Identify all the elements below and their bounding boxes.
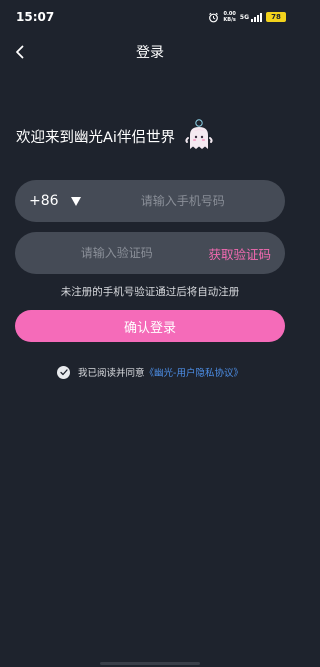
signal-icon xyxy=(251,12,262,22)
welcome-section: 欢迎来到幽光Ai伴侣世界 xyxy=(16,116,284,156)
status-bar: 15:07 0.00 KB/s 5G 78 xyxy=(0,0,300,34)
ghost-mascot-icon xyxy=(185,119,213,149)
agreement-prefix: 我已阅读并同意 xyxy=(78,368,145,379)
phone-input[interactable] xyxy=(94,180,271,222)
agreement-checkbox[interactable] xyxy=(57,365,71,379)
status-icons: 0.00 KB/s 5G 78 xyxy=(208,8,286,27)
auto-register-hint: 未注册的手机号验证通过后将自动注册 xyxy=(60,286,240,298)
triangle-down-icon[interactable] xyxy=(70,196,81,206)
agreement-row: 我已阅读并同意 《幽光-用户隐私协议》 xyxy=(0,362,300,382)
verification-code-input[interactable] xyxy=(25,232,209,274)
welcome-text: 欢迎来到幽光Ai伴侣世界 xyxy=(16,129,175,146)
get-code-button[interactable]: 获取验证码 xyxy=(208,244,271,263)
page-title: 登录 xyxy=(136,45,164,61)
back-button[interactable] xyxy=(6,38,34,66)
battery-icon: 78 xyxy=(266,12,286,22)
home-indicator xyxy=(100,662,200,665)
country-code[interactable]: +86 xyxy=(29,193,59,209)
check-icon xyxy=(59,368,68,375)
nav-bar: 登录 xyxy=(0,34,300,70)
net-speed: 0.00 KB/s xyxy=(223,11,236,23)
network-type: 5G xyxy=(239,13,249,21)
chevron-left-icon xyxy=(16,45,24,59)
status-time: 15:07 xyxy=(16,10,55,24)
battery-level: 78 xyxy=(271,13,281,21)
net-speed-unit: KB/s xyxy=(223,17,236,23)
alarm-icon xyxy=(208,8,219,27)
code-field: 获取验证码 xyxy=(15,232,285,274)
privacy-policy-link[interactable]: 《幽光-用户隐私协议》 xyxy=(145,365,243,379)
confirm-login-button[interactable]: 确认登录 xyxy=(15,310,285,342)
phone-field: +86 xyxy=(15,180,285,222)
